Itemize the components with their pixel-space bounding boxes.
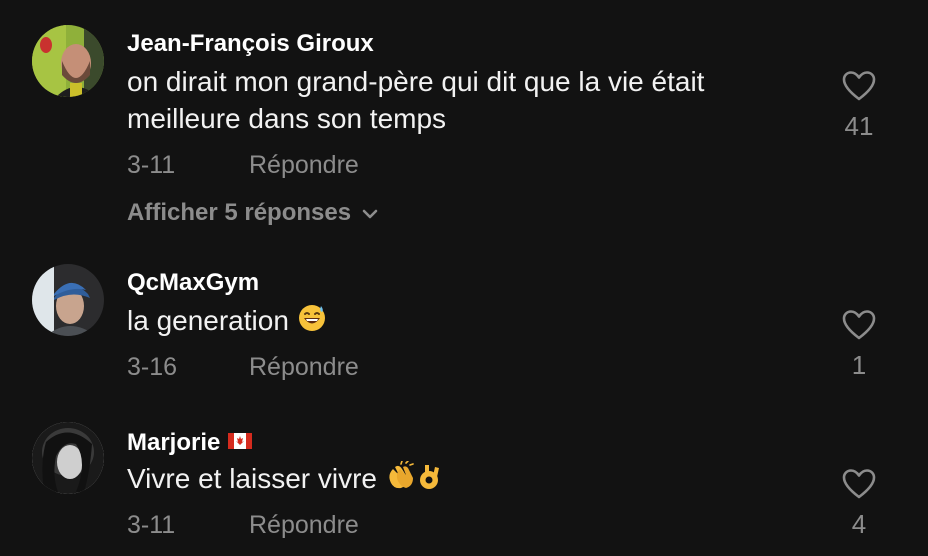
clapping-hands-ok-hand-emoji <box>385 460 445 500</box>
avatar[interactable] <box>32 422 104 494</box>
username[interactable]: Marjorie <box>127 428 253 457</box>
comment-meta: 3-11 Répondre <box>127 151 359 180</box>
reply-button[interactable]: Répondre <box>249 353 359 382</box>
comment-meta: 3-11 Répondre <box>127 511 359 540</box>
username[interactable]: Jean-François Giroux <box>127 30 374 58</box>
view-replies-label: Afficher 5 réponses <box>127 199 352 226</box>
comment-text: la generation <box>127 302 807 342</box>
comment-text: Vivre et laisser vivre <box>127 460 807 500</box>
like-count: 1 <box>851 350 867 380</box>
canada-flag-icon <box>228 428 253 456</box>
like-button[interactable]: 41 <box>828 70 890 142</box>
comment-text-content: Vivre et laisser vivre <box>127 463 378 494</box>
grinning-sweat-emoji <box>297 303 327 342</box>
comment-date: 3-11 <box>127 151 176 179</box>
heart-icon <box>842 469 876 499</box>
avatar[interactable] <box>32 25 104 97</box>
username[interactable]: QcMaxGym <box>127 269 259 297</box>
comment-text-content: la generation <box>127 305 289 336</box>
like-button[interactable]: 4 <box>828 468 890 540</box>
comment-date: 3-16 <box>127 353 178 381</box>
comment-meta: 3-16 Répondre <box>127 353 359 382</box>
reply-button[interactable]: Répondre <box>249 511 359 540</box>
heart-icon <box>842 310 876 340</box>
reply-button[interactable]: Répondre <box>249 151 359 180</box>
username-text: Marjorie <box>127 429 221 456</box>
like-count: 4 <box>851 509 867 539</box>
avatar[interactable] <box>32 264 104 336</box>
comment-text: on dirait mon grand-père qui dit que la … <box>127 66 705 134</box>
comments-panel: Jean-François Giroux on dirait mon grand… <box>0 0 928 556</box>
comment-date: 3-11 <box>127 511 176 539</box>
like-count: 41 <box>844 111 874 141</box>
like-button[interactable]: 1 <box>828 309 890 381</box>
view-replies-button[interactable]: Afficher 5 réponses <box>127 199 379 227</box>
chevron-down-icon <box>362 209 378 218</box>
heart-icon <box>842 71 876 101</box>
